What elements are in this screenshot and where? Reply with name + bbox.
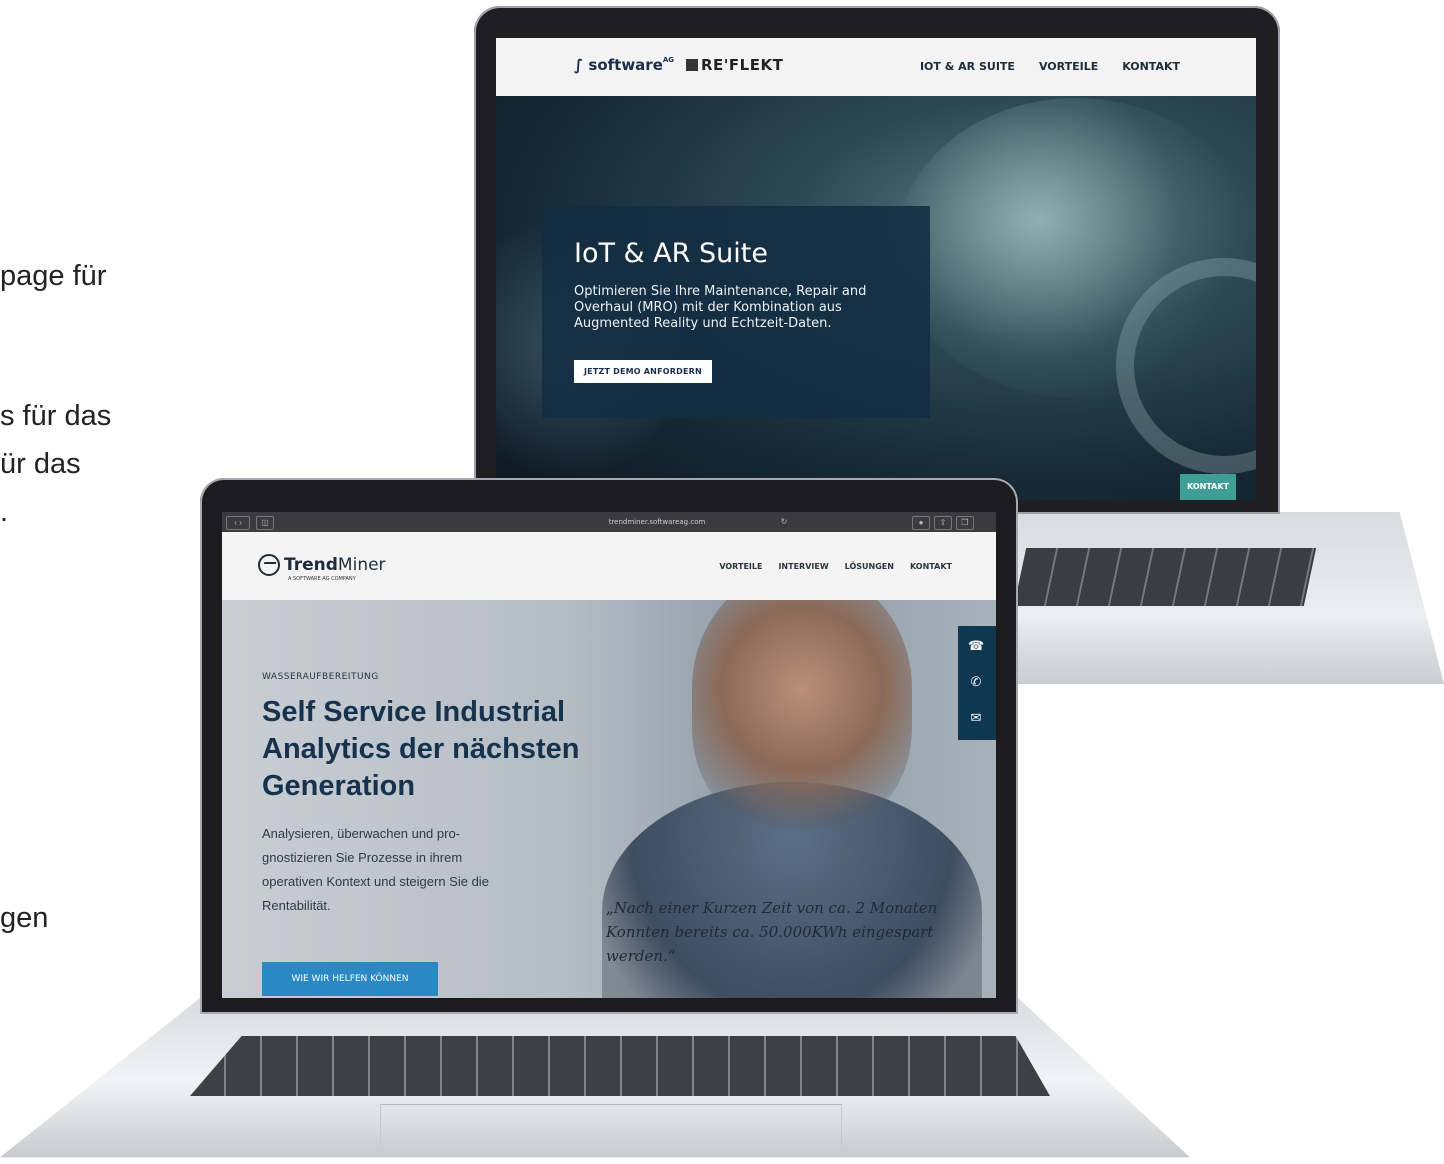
left-text-line-4: . [0, 496, 9, 528]
front-laptop-screen: TrendMiner A SOFTWARE AG COMPANY VORTEIL… [222, 532, 996, 998]
logo-trend: Trend [284, 555, 338, 575]
software-ag-logo[interactable]: ∫ softwareAG [574, 56, 674, 74]
front-laptop-trackpad [380, 1104, 842, 1145]
headset-icon[interactable]: ☎ [968, 638, 984, 654]
left-text-line-5: gen [0, 902, 49, 934]
tabs-icon[interactable]: ❐ [956, 516, 974, 530]
hero-panel: IoT & AR Suite Optimieren Sie Ihre Maint… [542, 206, 930, 418]
hero-title: IoT & AR Suite [574, 238, 768, 269]
nav-vorteile[interactable]: VORTEILE [719, 562, 762, 571]
back-laptop-screen: ∫ softwareAG RE'FLEKT IOT & AR SUITE VOR… [496, 38, 1256, 500]
software-ag-wordmark: software [588, 56, 663, 74]
extension-icon[interactable]: ● [912, 516, 930, 530]
reflekt-mark-icon [686, 59, 698, 71]
sidebar-toggle-icon[interactable]: ◫ [256, 516, 274, 530]
nav-interview[interactable]: INTERVIEW [778, 562, 828, 571]
nav-kontakt[interactable]: KONTAKT [1122, 60, 1180, 73]
software-ag-mark-icon: ∫ [574, 56, 584, 74]
reflekt-wordmark: RE'FLEKT [701, 56, 784, 74]
hero-description: Optimieren Sie Ihre Maintenance, Repair … [574, 284, 867, 331]
hero-headline: Self Service Industrial Analytics der nä… [262, 696, 580, 802]
reflekt-navbar: ∫ softwareAG RE'FLEKT IOT & AR SUITE VOR… [496, 38, 1256, 96]
trendminer-nav-links: VORTEILE INTERVIEW LÖSUNGEN KONTAKT [719, 562, 952, 571]
floating-kontakt-button[interactable]: KONTAKT [1180, 474, 1236, 500]
front-laptop-keyboard [190, 1036, 1050, 1096]
trendminer-tagline: A SOFTWARE AG COMPANY [288, 576, 356, 582]
section-eyebrow: WASSERAUFBEREITUNG [262, 672, 379, 682]
reflekt-nav-links: IOT & AR SUITE VORTEILE KONTAKT [920, 60, 1180, 73]
trendminer-logo[interactable]: TrendMiner A SOFTWARE AG COMPANY [258, 554, 386, 582]
back-laptop-keyboard [1013, 548, 1317, 606]
testimonial-quote: „Nach einer Kurzen Zeit von ca. 2 Monate… [606, 899, 938, 965]
help-cta-button[interactable]: WIE WIR HELFEN KÖNNEN [262, 962, 438, 996]
side-contact-bar: ☎ ✆ ✉ [958, 626, 996, 740]
mail-icon[interactable]: ✉ [968, 710, 984, 726]
back-forward-buttons[interactable]: ‹ › [226, 516, 250, 530]
trendminer-navbar: TrendMiner A SOFTWARE AG COMPANY VORTEIL… [222, 532, 996, 600]
browser-toolbar: ‹ › ◫ trendminer.softwareag.com ↻ ● ⇧ ❐ [222, 512, 996, 532]
software-ag-sup: AG [662, 56, 675, 64]
nav-loesungen[interactable]: LÖSUNGEN [845, 562, 894, 571]
hero-body-text: Analysieren, überwachen und pro-gnostizi… [262, 826, 489, 913]
nav-vorteile[interactable]: VORTEILE [1039, 60, 1098, 73]
person-portrait-image [692, 572, 912, 832]
left-text-line-1: page für [0, 260, 107, 292]
nav-iot-ar-suite[interactable]: IOT & AR SUITE [920, 60, 1015, 73]
demo-request-button[interactable]: JETZT DEMO ANFORDERN [574, 360, 712, 383]
logo-miner: Miner [337, 555, 386, 575]
trendminer-wordmark: TrendMiner [284, 555, 386, 575]
left-text-line-3: ür das [0, 448, 81, 480]
phone-icon[interactable]: ✆ [968, 674, 984, 690]
share-icon[interactable]: ⇧ [934, 516, 952, 530]
address-bar[interactable]: trendminer.softwareag.com [542, 516, 772, 528]
nav-kontakt[interactable]: KONTAKT [910, 562, 952, 571]
left-text-line-2: s für das [0, 400, 112, 432]
reflekt-logo[interactable]: RE'FLEKT [686, 56, 783, 74]
trendminer-mark-icon [258, 554, 280, 576]
reload-icon[interactable]: ↻ [778, 516, 790, 528]
